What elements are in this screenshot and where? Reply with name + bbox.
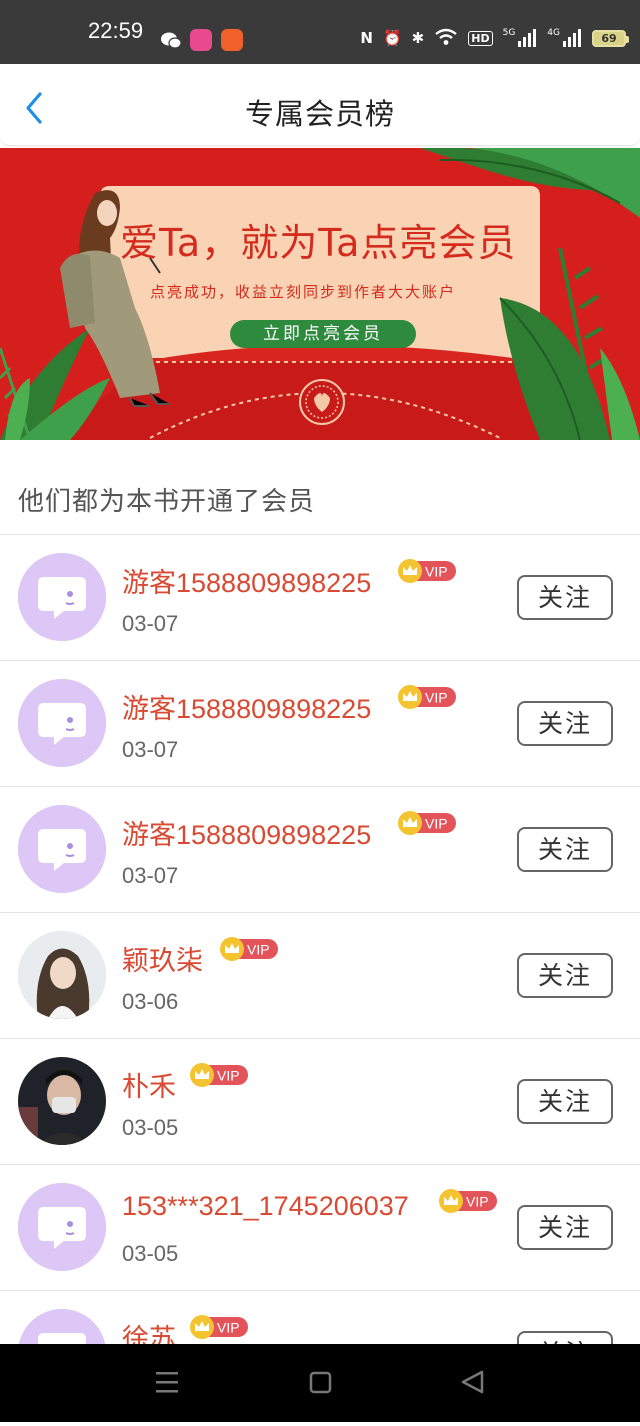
member-name[interactable]: 153***321_1745206037 — [122, 1191, 409, 1222]
page-title: 专属会员榜 — [244, 97, 395, 131]
activate-vip-button[interactable]: 立即点亮会员 — [230, 320, 416, 348]
banner-subtitle: 点亮成功，收益立刻同步到作者大大账户 — [150, 283, 457, 301]
follow-button[interactable]: 关注 — [517, 827, 613, 872]
member-date: 03-07 — [122, 737, 179, 762]
avatar[interactable] — [18, 1183, 106, 1271]
member-date: 03-05 — [122, 1115, 179, 1140]
member-date: 03-07 — [122, 863, 179, 888]
app-header: 专属会员榜 — [0, 64, 640, 146]
member-name[interactable]: 游客1588809898225 — [122, 813, 371, 852]
member-name[interactable]: 游客1588809898225 — [122, 687, 371, 726]
member-row[interactable]: 游客1588809898225 VIP 03-07 关注 — [0, 787, 640, 913]
vip-label: VIP — [247, 942, 270, 958]
menu-icon — [156, 1372, 178, 1393]
vip-label: VIP — [466, 1194, 489, 1210]
avatar[interactable] — [18, 553, 106, 641]
member-row[interactable]: 153***321_1745206037 VIP 03-05 关注 — [0, 1165, 640, 1291]
follow-button[interactable]: 关注 — [517, 1079, 613, 1124]
member-row[interactable]: 朴禾 VIP 03-05 关注 — [0, 1039, 640, 1165]
member-row[interactable]: 游客1588809898225 VIP 03-07 关注 — [0, 535, 640, 661]
wifi-icon — [434, 28, 458, 49]
net-5g-label: 5G — [502, 28, 516, 38]
bluetooth-icon: ✱ — [411, 28, 425, 47]
avatar[interactable] — [18, 679, 106, 767]
status-icons: N ⏰ ✱ HD 5G 4G 69 — [360, 24, 629, 52]
promo-banner[interactable]: 爱Ta，就为Ta点亮会员 点亮成功，收益立刻同步到作者大大账户 立即点亮会员 — [0, 148, 640, 440]
status-bar: 22:59 N ⏰ ✱ HD 5G 4G 69 — [0, 0, 640, 64]
system-nav-bar — [0, 1344, 640, 1422]
member-name[interactable]: 颖玖柒 — [122, 939, 203, 978]
follow-button[interactable]: 关注 — [517, 1205, 613, 1250]
member-name[interactable]: 游客1588809898225 — [122, 561, 371, 600]
avatar[interactable] — [18, 805, 106, 893]
app-orange-icon — [221, 29, 243, 51]
battery-icon: 69 — [592, 29, 629, 47]
home-icon — [309, 1371, 332, 1394]
member-row[interactable]: 游客1588809898225 VIP 03-07 关注 — [0, 661, 640, 787]
member-date: 03-06 — [122, 989, 179, 1014]
member-date: 03-07 — [122, 611, 179, 636]
vip-badge: VIP — [190, 1315, 250, 1339]
member-date: 03-05 — [122, 1241, 179, 1266]
follow-button[interactable]: 关注 — [517, 953, 613, 998]
member-name[interactable]: 朴禾 — [122, 1065, 176, 1104]
vip-label: VIP — [425, 816, 448, 832]
member-row[interactable]: 颖玖柒 VIP 03-06 关注 — [0, 913, 640, 1039]
hd-icon: HD — [468, 30, 493, 46]
banner-title: 爱Ta，就为Ta点亮会员 — [120, 221, 517, 265]
section-title: 他们都为本书开通了会员 — [18, 487, 316, 517]
vip-label: VIP — [425, 564, 448, 580]
nfc-icon: N — [360, 28, 373, 47]
net-4g-label: 4G — [547, 28, 560, 38]
avatar[interactable] — [18, 931, 106, 1019]
vip-badge: VIP — [190, 1063, 250, 1087]
vip-badge: VIP — [439, 1189, 499, 1213]
vip-badge: VIP — [220, 937, 280, 961]
follow-button[interactable]: 关注 — [517, 575, 613, 620]
vip-label: VIP — [217, 1320, 240, 1336]
app-pink-icon — [190, 29, 212, 51]
follow-button[interactable]: 关注 — [517, 701, 613, 746]
back-nav-icon — [461, 1370, 484, 1394]
vip-label: VIP — [425, 690, 448, 706]
vip-badge: VIP — [398, 559, 458, 583]
signal-5g-icon: 5G — [503, 29, 538, 47]
nav-icons — [156, 1370, 484, 1394]
status-time: 22:59 — [88, 18, 144, 43]
vip-label: VIP — [217, 1068, 240, 1084]
signal-4g-icon: 4G — [547, 29, 582, 47]
vip-badge: VIP — [398, 685, 458, 709]
vip-badge: VIP — [398, 811, 458, 835]
avatar[interactable] — [18, 1057, 106, 1145]
wechat-icon — [160, 29, 182, 51]
alarm-icon: ⏰ — [382, 28, 402, 47]
